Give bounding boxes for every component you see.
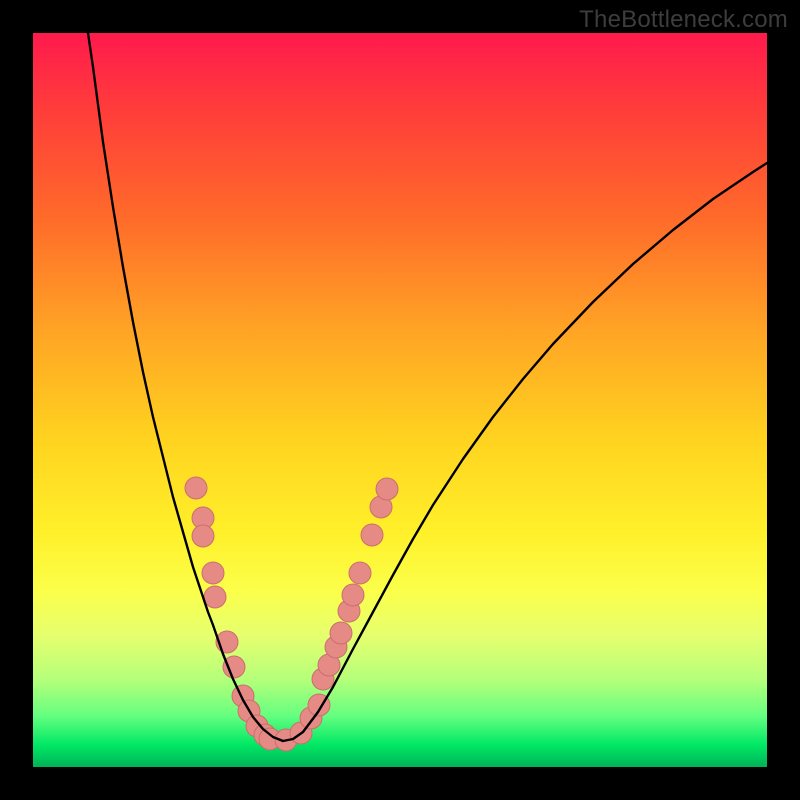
plot-area [33, 33, 767, 767]
watermark-label: TheBottleneck.com [579, 6, 788, 34]
curve-marker [361, 524, 383, 546]
curve-marker [192, 525, 214, 547]
bottleneck-curve-svg [33, 33, 767, 767]
bottleneck-curve-path [88, 33, 767, 741]
curve-marker [185, 477, 207, 499]
marker-layer [185, 477, 398, 751]
curve-marker [202, 562, 224, 584]
curve-marker [349, 562, 371, 584]
curve-marker [376, 478, 398, 500]
curve-marker [330, 622, 352, 644]
curve-marker [204, 586, 226, 608]
chart-frame: TheBottleneck.com [0, 0, 800, 800]
curve-marker [342, 584, 364, 606]
